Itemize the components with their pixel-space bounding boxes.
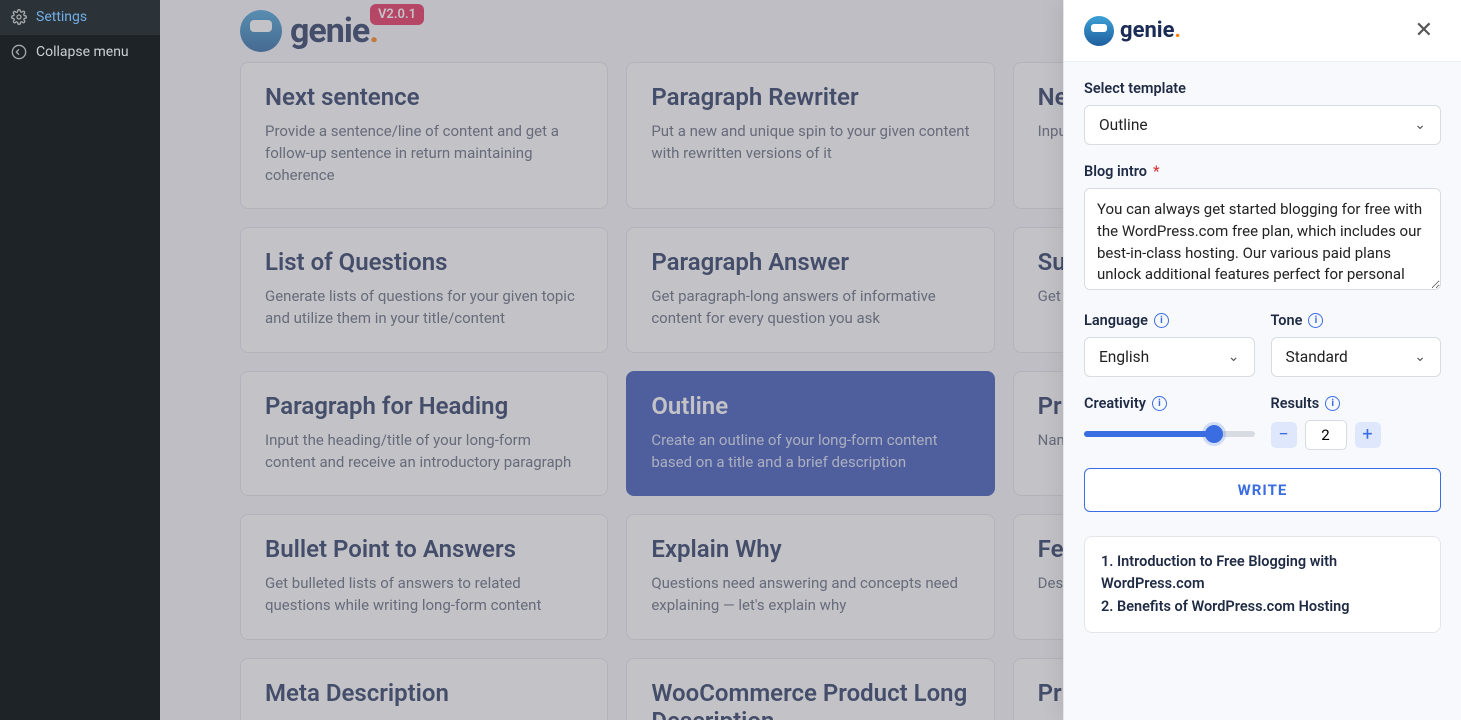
output-list: 1. Introduction to Free Blogging with Wo… (1101, 551, 1424, 618)
tone-select[interactable]: Standard ⌄ (1271, 337, 1442, 377)
card-description: Questions need answering and concepts ne… (651, 573, 969, 617)
language-select[interactable]: English ⌄ (1084, 337, 1255, 377)
card-description: Input the heading/title of your long-for… (265, 430, 583, 474)
template-card[interactable]: Outline Create an outline of your long-fo… (626, 371, 994, 497)
tone-label: Tone i (1271, 312, 1442, 329)
drawer-header: genie. ✕ (1064, 0, 1461, 62)
close-drawer-button[interactable]: ✕ (1407, 14, 1441, 47)
card-title: WooCommerce Product Long Description (651, 679, 969, 720)
card-title: Outline (651, 392, 969, 420)
template-select[interactable]: Outline ⌄ (1084, 105, 1441, 145)
wp-admin-sidebar: Settings Collapse menu (0, 0, 160, 720)
template-card[interactable]: Explain Why Questions need answering and … (626, 514, 994, 640)
card-title: Explain Why (651, 535, 969, 563)
results-value[interactable]: 2 (1305, 420, 1347, 450)
sidebar-item-collapse[interactable]: Collapse menu (0, 34, 160, 69)
slider-thumb[interactable] (1205, 425, 1223, 443)
template-card[interactable]: Paragraph Rewriter Put a new and unique s… (626, 62, 994, 209)
sidebar-item-label: Collapse menu (36, 44, 129, 60)
results-label: Results i (1271, 395, 1442, 412)
card-title: Paragraph Rewriter (651, 83, 969, 111)
card-title: Paragraph Answer (651, 248, 969, 276)
drawer-logo-text: genie. (1120, 18, 1181, 43)
template-card[interactable]: Bullet Point to Answers Get bulleted list… (240, 514, 608, 640)
template-card[interactable]: Paragraph Answer Get paragraph-long answe… (626, 227, 994, 353)
chevron-down-icon: ⌄ (1414, 117, 1426, 133)
card-title: Paragraph for Heading (265, 392, 583, 420)
template-card[interactable]: List of Questions Generate lists of quest… (240, 227, 608, 353)
info-icon[interactable]: i (1154, 313, 1169, 328)
drawer-body: Select template Outline ⌄ Blog intro* (1064, 62, 1461, 720)
info-icon[interactable]: i (1325, 396, 1340, 411)
card-title: Bullet Point to Answers (265, 535, 583, 563)
template-card[interactable]: Paragraph for Heading Input the heading/t… (240, 371, 608, 497)
results-increment-button[interactable]: + (1355, 422, 1381, 448)
language-select-value: English (1099, 348, 1149, 366)
info-icon[interactable]: i (1152, 396, 1167, 411)
card-title: List of Questions (265, 248, 583, 276)
card-description: Get paragraph-long answers of informativ… (651, 286, 969, 330)
write-button[interactable]: WRITE (1084, 468, 1441, 512)
drawer-logo: genie. (1084, 16, 1181, 46)
robot-head-icon (240, 10, 282, 52)
app-logo: genie. V2.0.1 (240, 10, 378, 52)
card-description: Provide a sentence/line of content and g… (265, 121, 583, 186)
card-description: Create an outline of your long-form cont… (651, 430, 969, 474)
version-badge: V2.0.1 (370, 4, 424, 25)
template-card[interactable]: Meta DescriptionLeverage SERP rankings w… (240, 658, 608, 720)
card-description: Put a new and unique spin to your given … (651, 121, 969, 165)
card-description: Generate lists of questions for your giv… (265, 286, 583, 330)
collapse-icon (10, 43, 28, 61)
output-line: 2. Benefits of WordPress.com Hosting (1101, 596, 1424, 618)
settings-icon (10, 8, 28, 26)
close-icon: ✕ (1415, 18, 1433, 43)
template-drawer: genie. ✕ Select template Outline ⌄ Blog … (1063, 0, 1461, 720)
tone-select-value: Standard (1286, 348, 1348, 366)
blog-intro-textarea[interactable] (1084, 188, 1441, 290)
sidebar-item-settings[interactable]: Settings (0, 0, 160, 34)
blog-intro-label: Blog intro* (1084, 163, 1441, 180)
creativity-slider[interactable] (1084, 431, 1255, 437)
output-result-card[interactable]: 1. Introduction to Free Blogging with Wo… (1084, 536, 1441, 633)
slider-fill (1084, 431, 1214, 437)
results-decrement-button[interactable]: − (1271, 422, 1297, 448)
card-title: Next sentence (265, 83, 583, 111)
language-label: Language i (1084, 312, 1255, 329)
creativity-label: Creativity i (1084, 395, 1255, 412)
select-template-label: Select template (1084, 80, 1441, 97)
chevron-down-icon: ⌄ (1228, 349, 1240, 365)
info-icon[interactable]: i (1308, 313, 1323, 328)
main-content: genie. V2.0.1 Next sentence Provide a sen… (160, 0, 1461, 720)
card-description: Get bulleted lists of answers to related… (265, 573, 583, 617)
template-select-value: Outline (1099, 116, 1148, 134)
card-title: Meta Description (265, 679, 583, 707)
template-card[interactable]: WooCommerce Product Long DescriptionGene… (626, 658, 994, 720)
logo-text: genie. (290, 11, 378, 51)
output-line: 1. Introduction to Free Blogging with Wo… (1101, 551, 1424, 596)
robot-head-icon (1084, 16, 1114, 46)
template-card[interactable]: Next sentence Provide a sentence/line of … (240, 62, 608, 209)
sidebar-item-label: Settings (36, 9, 87, 25)
chevron-down-icon: ⌄ (1414, 349, 1426, 365)
